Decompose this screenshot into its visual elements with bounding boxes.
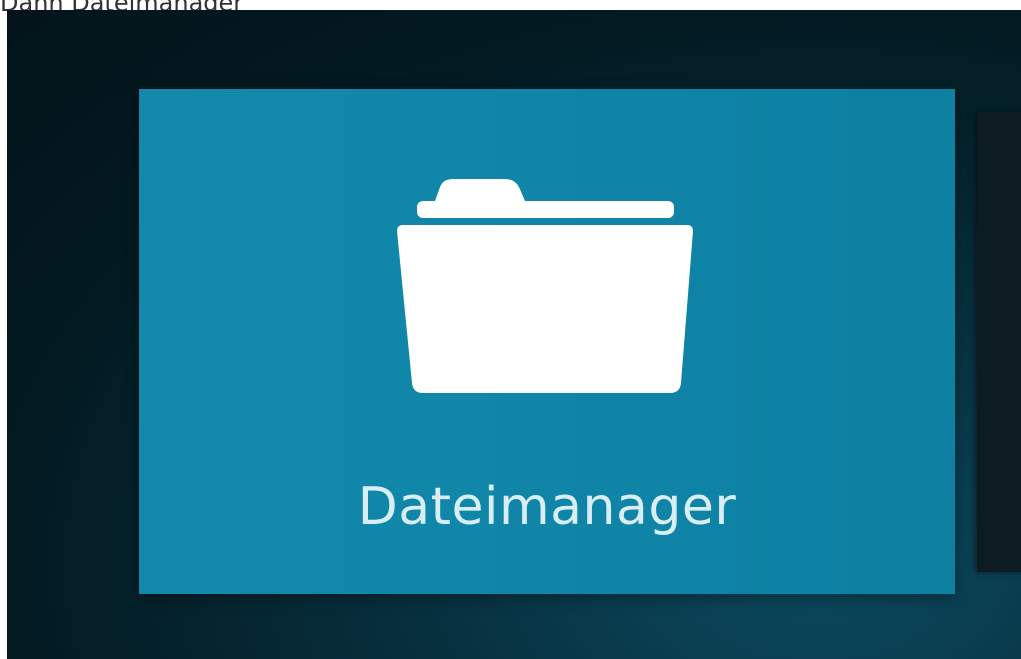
tile-label: Dateimanager	[357, 477, 737, 537]
desktop-background: Dateimanager	[7, 10, 1021, 659]
adjacent-tile[interactable]	[977, 112, 1021, 572]
folder-icon	[397, 179, 693, 393]
file-manager-tile[interactable]: Dateimanager	[139, 89, 955, 594]
